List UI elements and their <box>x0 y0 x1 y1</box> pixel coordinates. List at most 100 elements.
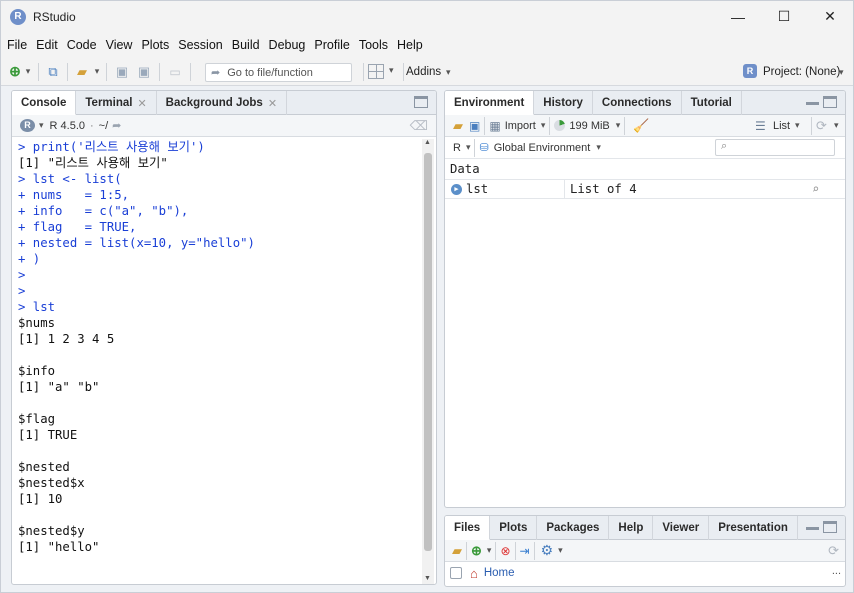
project-dropdown-icon[interactable]: ▾ <box>839 67 844 78</box>
project-menu[interactable]: Project: (None) <box>763 66 840 78</box>
menu-code[interactable]: Code <box>67 38 97 52</box>
gear-dropdown-icon[interactable]: ▾ <box>558 545 563 556</box>
scope-dropdown-icon[interactable]: ▾ <box>596 142 601 153</box>
new-file-dropdown-icon[interactable]: ▾ <box>22 63 34 81</box>
menu-edit[interactable]: Edit <box>36 38 58 52</box>
select-all-checkbox[interactable] <box>450 567 462 579</box>
import-dataset-icon[interactable]: ▦ <box>489 119 500 133</box>
rstudio-logo-icon: R <box>10 8 26 25</box>
view-object-search-icon[interactable]: ⌕ <box>812 180 819 199</box>
language-select[interactable]: R <box>453 142 461 154</box>
addins-menu[interactable]: Addins <box>406 66 441 78</box>
home-breadcrumb-link[interactable]: Home <box>484 567 515 579</box>
environment-tabstrip: Environment History Connections Tutorial <box>445 91 845 115</box>
import-dataset-button[interactable]: Import <box>505 120 536 132</box>
menu-view[interactable]: View <box>106 38 133 52</box>
tab-terminal[interactable]: Terminal ✕ <box>76 91 157 115</box>
language-dropdown-icon[interactable]: ▾ <box>466 142 471 153</box>
go-to-file-input[interactable]: ➦ Go to file/function <box>205 63 352 82</box>
console-scrollbar[interactable]: ▲ ▼ <box>422 139 434 584</box>
more-settings-gear-icon[interactable]: ⚙ <box>541 542 554 559</box>
environment-row[interactable]: ▶ lst List of 4 ⌕ <box>445 179 845 199</box>
environment-scope-bar: R ▾ ⛁ Global Environment ▾ ⌕ <box>445 137 845 159</box>
view-mode-select[interactable]: List <box>773 120 790 132</box>
tab-files[interactable]: Files <box>445 516 491 540</box>
menu-file[interactable]: File <box>7 38 27 52</box>
load-workspace-icon[interactable]: ▰ <box>453 118 463 134</box>
maximize-button[interactable]: ☐ <box>761 1 807 32</box>
refresh-icon[interactable]: ⟳ <box>816 118 827 134</box>
console-pane: Console Terminal ✕ Background Jobs ✕ R ▾ R… <box>11 90 437 585</box>
menu-plots[interactable]: Plots <box>141 38 169 52</box>
console-line: + flag = TRUE, <box>18 220 137 234</box>
save-all-icon[interactable]: ▣ <box>133 63 155 81</box>
rename-file-icon[interactable]: ⇥ <box>520 544 530 558</box>
toolbar-separator <box>484 116 486 135</box>
tab-background-jobs[interactable]: Background Jobs ✕ <box>157 91 288 115</box>
new-file-icon[interactable]: ⊕ <box>8 63 22 81</box>
environment-search-input[interactable]: ⌕ <box>715 139 835 156</box>
maximize-pane-icon[interactable] <box>414 96 428 108</box>
view-mode-dropdown-icon[interactable]: ▾ <box>795 120 800 131</box>
workspace-panes-dropdown-icon[interactable]: ▾ <box>389 65 394 76</box>
scroll-up-icon[interactable]: ▲ <box>424 139 431 146</box>
clear-workspace-broom-icon[interactable]: 🧹 <box>633 118 649 134</box>
open-file-dropdown-icon[interactable]: ▾ <box>92 63 102 81</box>
memory-usage-label[interactable]: 199 MiB <box>569 120 609 132</box>
close-button[interactable]: ✕ <box>807 1 853 32</box>
save-icon[interactable]: ▣ <box>111 63 133 81</box>
console-line: > print('리스트 사용해 보기') <box>18 140 205 154</box>
tab-packages[interactable]: Packages <box>537 516 610 540</box>
console-line: [1] "리스트 사용해 보기" <box>18 156 168 170</box>
tab-console[interactable]: Console <box>12 91 77 115</box>
clear-console-icon[interactable]: ⌫ <box>410 118 428 134</box>
refresh-files-icon[interactable]: ⟳ <box>828 543 839 559</box>
workspace-panes-icon[interactable] <box>368 64 384 79</box>
tab-environment[interactable]: Environment <box>445 91 535 115</box>
memory-dropdown-icon[interactable]: ▾ <box>616 120 621 131</box>
new-folder-icon[interactable]: ▰ <box>452 543 462 559</box>
environment-scope-select[interactable]: Global Environment <box>494 142 591 154</box>
window-title: RStudio <box>33 9 76 24</box>
tab-history[interactable]: History <box>534 91 593 115</box>
go-to-directory-icon[interactable]: ➦ <box>112 119 121 132</box>
menu-help[interactable]: Help <box>397 38 423 52</box>
tab-tutorial[interactable]: Tutorial <box>682 91 742 115</box>
new-blank-file-dropdown-icon[interactable]: ▾ <box>487 545 492 556</box>
close-tab-icon[interactable]: ✕ <box>137 97 146 110</box>
minimize-pane-icon[interactable] <box>806 102 819 105</box>
menu-tools[interactable]: Tools <box>359 38 388 52</box>
delete-file-icon[interactable]: ⊗ <box>500 544 510 558</box>
go-to-directory-button[interactable]: ... <box>832 565 841 577</box>
r-version-dropdown-icon[interactable]: ▾ <box>39 120 44 131</box>
refresh-dropdown-icon[interactable]: ▾ <box>834 120 839 131</box>
tab-viewer[interactable]: Viewer <box>653 516 710 540</box>
environment-pane: Environment History Connections Tutorial ▰ … <box>444 90 846 508</box>
new-blank-file-icon[interactable]: ⊕ <box>471 543 482 559</box>
print-icon[interactable]: ▭ <box>164 63 186 81</box>
scroll-down-icon[interactable]: ▼ <box>424 575 431 582</box>
console-scroll-thumb[interactable] <box>424 153 432 551</box>
addins-dropdown-icon[interactable]: ▾ <box>446 67 451 78</box>
menu-session[interactable]: Session <box>178 38 222 52</box>
minimize-pane-icon[interactable] <box>806 527 819 530</box>
menu-profile[interactable]: Profile <box>314 38 349 52</box>
close-tab-icon[interactable]: ✕ <box>268 97 277 110</box>
maximize-pane-icon[interactable] <box>823 521 837 533</box>
menu-build[interactable]: Build <box>232 38 260 52</box>
tab-presentation[interactable]: Presentation <box>709 516 798 540</box>
console-prompt-cursor[interactable] <box>18 555 420 571</box>
expand-object-icon[interactable]: ▶ <box>451 184 462 195</box>
new-project-icon[interactable]: ⧉ <box>43 63 63 81</box>
open-file-icon[interactable]: ▰ <box>72 63 92 81</box>
console-output[interactable]: > print('리스트 사용해 보기') [1] "리스트 사용해 보기" > l… <box>14 139 420 584</box>
files-pane: Files Plots Packages Help Viewer Presentation… <box>444 515 846 587</box>
tab-help[interactable]: Help <box>609 516 654 540</box>
tab-connections[interactable]: Connections <box>593 91 682 115</box>
tab-plots[interactable]: Plots <box>490 516 538 540</box>
menu-debug[interactable]: Debug <box>269 38 306 52</box>
maximize-pane-icon[interactable] <box>823 96 837 108</box>
import-dropdown-icon[interactable]: ▾ <box>541 120 546 131</box>
minimize-button[interactable]: — <box>715 1 761 32</box>
save-workspace-icon[interactable]: ▣ <box>469 119 480 133</box>
